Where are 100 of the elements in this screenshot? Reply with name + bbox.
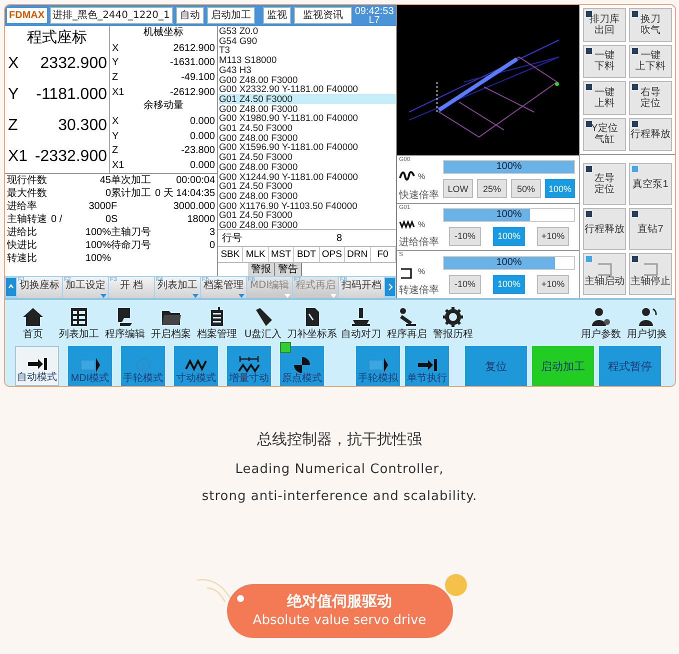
action-button[interactable]: 启动加工 bbox=[532, 346, 594, 386]
axis-label: X1 bbox=[112, 86, 124, 98]
alarm-tab[interactable]: 警告 bbox=[275, 263, 302, 276]
override-option-button[interactable]: -10% bbox=[449, 274, 481, 294]
toolbar-button[interactable]: 警报历程 bbox=[431, 300, 475, 346]
stat-value: 100% bbox=[85, 239, 111, 252]
override-option-button[interactable]: +10% bbox=[537, 226, 569, 246]
softkey-label[interactable]: 列表加工 bbox=[158, 280, 198, 290]
machine-function-button[interactable]: 换刀 吹气 bbox=[629, 8, 672, 42]
axis-label: Z bbox=[112, 145, 118, 156]
clock: 09:42:53 bbox=[354, 6, 394, 16]
mode-button[interactable]: 自动模式 bbox=[15, 346, 59, 386]
alarm-tab[interactable]: 警报 bbox=[248, 263, 275, 276]
coordinates-title: 程式座标 bbox=[26, 27, 88, 48]
stat-label: S bbox=[111, 213, 119, 226]
code-line: G43 H3 bbox=[219, 64, 252, 75]
action-button[interactable]: 程式暂停 bbox=[599, 346, 661, 386]
feature-heading: 总线控制器，抗干扰性强 bbox=[256, 429, 423, 449]
machine-function-button[interactable]: 主轴停止 bbox=[629, 253, 672, 295]
quadrant-icon bbox=[291, 355, 313, 373]
machine-function-button[interactable]: 左导 定位 bbox=[583, 163, 626, 205]
stat-value: 3000.000 bbox=[172, 200, 216, 213]
machine-function-button[interactable]: 行程释放 bbox=[629, 118, 672, 151]
machine-function-button[interactable]: 一键 上料 bbox=[583, 81, 626, 114]
code-line: G01 Z4.50 F3000 bbox=[219, 181, 292, 191]
toolbar-button[interactable]: 档案管理 bbox=[195, 300, 239, 346]
softkey-label[interactable]: 开 档 bbox=[120, 280, 144, 290]
coordinate-value: -1181.000 bbox=[36, 86, 107, 104]
coordinate-value: 0.000 bbox=[190, 160, 215, 172]
stat-value: 3 bbox=[208, 226, 216, 239]
zigzag-icon bbox=[399, 218, 415, 231]
toolbar-button[interactable]: 刀补坐标系 bbox=[287, 300, 337, 346]
program-name-field: 进排_黑色_2440_1220_1 bbox=[50, 7, 173, 24]
stat-label: 待命刀号 bbox=[111, 239, 152, 252]
user-settings-icon bbox=[590, 306, 612, 328]
axis-label: Z bbox=[8, 116, 18, 134]
toolbar-button[interactable]: 用户参数 bbox=[579, 300, 623, 346]
machine-function-button[interactable]: 行程释放 bbox=[583, 208, 626, 250]
view-field: 监视 bbox=[262, 7, 291, 24]
line-number-value: 8 bbox=[336, 232, 342, 244]
machine-function-button[interactable]: 一键 下料 bbox=[583, 44, 626, 78]
stat-value: 18000 bbox=[186, 213, 216, 226]
toolbar-button[interactable]: U盘汇入 bbox=[241, 300, 285, 346]
coordinate-value: 0.000 bbox=[190, 116, 215, 127]
badge-title: 绝对值伺服驱动 bbox=[287, 591, 392, 611]
code-line: G00 Z48.00 F3000 bbox=[219, 162, 299, 172]
stat-value: 0 / bbox=[51, 213, 62, 226]
stat-value: 3000 bbox=[88, 200, 111, 213]
badge-subtitle: Absolute value servo drive bbox=[252, 612, 426, 630]
code-line: G00 Z48.00 F3000 bbox=[219, 104, 299, 114]
toolbar-button[interactable]: 用户切换 bbox=[625, 300, 669, 346]
toolbar-button[interactable]: 程序编辑 bbox=[103, 300, 147, 346]
stat-label: 主轴转速 bbox=[7, 213, 48, 226]
override-option-button[interactable]: 50% bbox=[511, 179, 541, 198]
machine-function-button[interactable]: 右导 定位 bbox=[629, 81, 672, 114]
stat-value: 0 天 14:04:35 bbox=[155, 187, 216, 200]
override-reading: 100% bbox=[495, 256, 523, 269]
softkey-label[interactable]: 加工设定 bbox=[66, 280, 106, 290]
toolbar-button[interactable]: 自动对刀 bbox=[339, 300, 383, 346]
stat-label: 单次加工 bbox=[111, 174, 152, 187]
machine-function-button[interactable]: Y定位 气缸 bbox=[583, 118, 626, 151]
list-icon bbox=[68, 306, 90, 328]
status-flag: DRN bbox=[345, 247, 371, 262]
scroll-left-icon[interactable] bbox=[6, 278, 16, 296]
toolbar-button[interactable]: 开启档案 bbox=[149, 300, 193, 346]
circle-decoration bbox=[444, 574, 466, 596]
coordinate-value: -1631.000 bbox=[170, 57, 215, 68]
toolbar-button[interactable]: 首页 bbox=[11, 300, 55, 346]
override-option-button[interactable]: LOW bbox=[443, 179, 473, 198]
action-button[interactable]: 复位 bbox=[465, 346, 527, 386]
axis-label: X1 bbox=[8, 148, 28, 166]
coordinate-value: 0.000 bbox=[190, 130, 215, 142]
toolbar-button[interactable]: 程序再启 bbox=[385, 300, 429, 346]
mode-field: 自动 bbox=[176, 7, 204, 24]
override-option-button[interactable]: -10% bbox=[449, 226, 481, 246]
machine-function-button[interactable]: 真空泵1 bbox=[629, 163, 672, 205]
dot-decoration bbox=[236, 595, 244, 602]
stat-value: 0 bbox=[105, 213, 111, 226]
stat-value: 00:00:04 bbox=[175, 174, 216, 187]
axis-label: Y bbox=[8, 86, 19, 104]
softkey-label[interactable]: 扫码开档 bbox=[342, 280, 382, 290]
softkey-label[interactable]: 切换座标 bbox=[20, 280, 60, 290]
stat-label: 累计加工 bbox=[111, 187, 152, 200]
stat-value: 0 bbox=[105, 187, 111, 200]
scroll-right-icon[interactable] bbox=[385, 278, 395, 296]
machine-function-button[interactable]: 主轴启动 bbox=[583, 253, 626, 295]
unit-label: % bbox=[418, 267, 426, 278]
code-line: T3 bbox=[219, 45, 230, 56]
code-line: G00 X1980.90 Y-1181.00 F40000 bbox=[219, 113, 360, 124]
override-option-button[interactable]: 25% bbox=[477, 179, 507, 198]
override-option-button[interactable]: +10% bbox=[537, 274, 569, 294]
unit-label: % bbox=[418, 220, 426, 230]
machine-function-button[interactable]: 一键 上下料 bbox=[629, 44, 672, 78]
override-reading: 100% bbox=[495, 161, 523, 174]
machine-function-button[interactable]: 直钻7 bbox=[629, 208, 672, 250]
toolbar-button[interactable]: 列表加工 bbox=[57, 300, 101, 346]
stat-label: 主轴刀号 bbox=[111, 226, 152, 239]
softkey-label[interactable]: 档案管理 bbox=[204, 280, 244, 290]
code-line: G00 Z48.00 F3000 bbox=[219, 132, 299, 142]
status-flag: MLK bbox=[243, 247, 269, 262]
